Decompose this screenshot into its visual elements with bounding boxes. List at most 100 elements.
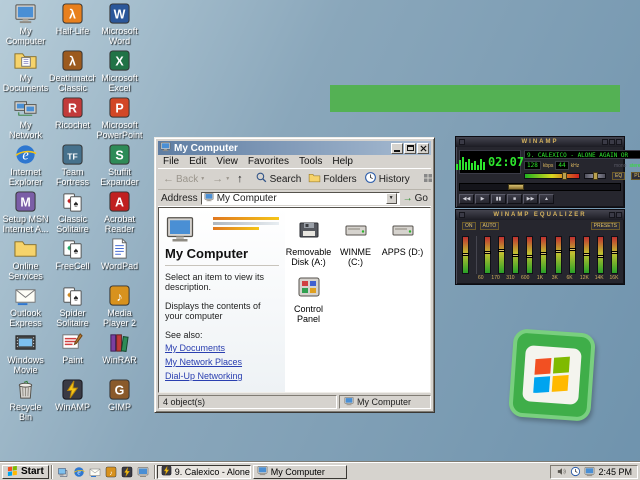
quick-launch-media-player[interactable]: ♪ xyxy=(104,465,118,479)
eq-band-14K[interactable] xyxy=(596,236,604,274)
equalizer-shade-button[interactable] xyxy=(609,212,615,218)
balance-slider[interactable] xyxy=(584,172,606,180)
desktop-icon-half-life[interactable]: λ Half-Life xyxy=(49,2,96,49)
address-combo[interactable]: My Computer ▼ xyxy=(200,191,400,205)
menu-help[interactable]: Help xyxy=(327,156,358,167)
title-bar[interactable]: My Computer xyxy=(158,141,431,155)
quick-launch-outlook-express[interactable] xyxy=(88,465,102,479)
desktop-icon-microsoft-excel[interactable]: X Microsoft Excel xyxy=(96,49,143,96)
eq-band-170[interactable] xyxy=(498,236,506,274)
views-button[interactable] xyxy=(419,170,437,188)
desktop-icon-deathmatch-classic[interactable]: λ Deathmatch Classic xyxy=(49,49,96,96)
slider-thumb[interactable] xyxy=(610,251,618,254)
eq-band-16K[interactable] xyxy=(610,236,618,274)
sidebar-link-dial-up-networking[interactable]: Dial-Up Networking xyxy=(165,371,279,381)
tray-display-icon[interactable] xyxy=(584,466,595,477)
desktop-icon-my-computer[interactable]: My Computer xyxy=(2,2,49,49)
folders-button[interactable]: Folders xyxy=(305,170,359,188)
sidebar-link-my-network-places[interactable]: My Network Places xyxy=(165,357,279,367)
slider-thumb[interactable] xyxy=(512,254,520,257)
maximize-button[interactable] xyxy=(404,142,416,154)
desktop-icon-stuffit-expander[interactable]: S Stuffit Expander xyxy=(96,143,143,190)
volume-slider[interactable] xyxy=(524,172,580,180)
eq-toggle-button[interactable]: EQ xyxy=(612,172,626,180)
up-button[interactable]: ↑ xyxy=(234,170,246,188)
desktop-icon-freecell[interactable]: ♦ ♠ FreeCell xyxy=(49,237,96,284)
eq-band-60[interactable] xyxy=(484,236,492,274)
close-button[interactable] xyxy=(417,142,429,154)
task-button-my-computer-task[interactable]: My Computer xyxy=(252,464,347,479)
eq-presets-button[interactable]: PRESETS xyxy=(590,222,620,230)
go-button[interactable]: → Go xyxy=(403,193,428,204)
quick-launch-show-desktop[interactable] xyxy=(56,465,70,479)
desktop-icon-winamp[interactable]: WinAMP xyxy=(49,378,96,425)
seek-bar[interactable] xyxy=(459,183,621,191)
desktop-icon-acrobat-reader-301[interactable]: A Acrobat Reader 3.01 xyxy=(96,190,143,237)
back-button[interactable]: ← Back ▼ xyxy=(160,170,208,188)
eject-button[interactable]: ▲ xyxy=(539,194,554,204)
slider-thumb[interactable] xyxy=(540,252,548,255)
folder-item-apps-d[interactable]: APPS (D:) xyxy=(379,218,426,267)
winamp-title-bar[interactable]: WINAMP xyxy=(456,137,624,147)
menu-view[interactable]: View xyxy=(211,156,243,167)
eq-band-600[interactable] xyxy=(526,236,534,274)
quick-launch-my-computer[interactable] xyxy=(136,465,150,479)
desktop-icon-recycle-bin[interactable]: Recycle Bin xyxy=(2,378,49,425)
desktop-icon-media-player-2[interactable]: ♪ Media Player 2 xyxy=(96,284,143,331)
menu-edit[interactable]: Edit xyxy=(184,156,211,167)
desktop-icon-ricochet[interactable]: R Ricochet xyxy=(49,96,96,143)
next-button[interactable]: ▶▶ xyxy=(523,194,538,204)
start-button[interactable]: Start xyxy=(2,464,49,479)
menu-file[interactable]: File xyxy=(158,156,184,167)
desktop-icon-online-services[interactable]: Online Services xyxy=(2,237,49,284)
forward-button[interactable]: → ▼ xyxy=(209,170,233,188)
equalizer-menu-button[interactable] xyxy=(459,212,465,218)
pause-button[interactable]: ▮▮ xyxy=(491,194,506,204)
desktop-icon-team-fortress-15[interactable]: TF Team Fortress 1.5 xyxy=(49,143,96,190)
winamp-minimize-button[interactable] xyxy=(602,139,608,145)
desktop-icon-gimp[interactable]: G GIMP xyxy=(96,378,143,425)
winamp-menu-button[interactable] xyxy=(459,139,465,145)
eq-band-12K[interactable] xyxy=(582,236,590,274)
eq-auto-button[interactable]: AUTO xyxy=(479,222,500,230)
time-display[interactable]: 02:07 xyxy=(455,150,524,174)
eq-band-6K[interactable] xyxy=(568,236,576,274)
desktop-icon-windows-movie-maker[interactable]: Windows Movie Maker xyxy=(2,331,49,378)
preamp-slider[interactable] xyxy=(462,236,469,274)
equalizer-title-bar[interactable]: WINAMP EQUALIZER xyxy=(456,210,624,220)
slider-thumb[interactable] xyxy=(526,255,534,258)
address-dropdown-button[interactable]: ▼ xyxy=(385,192,397,204)
desktop-icon-setup-msn-internet-access[interactable]: M Setup MSN Internet A... xyxy=(2,190,49,237)
play-button[interactable]: ▶ xyxy=(475,194,490,204)
quick-launch-winamp[interactable] xyxy=(120,465,134,479)
desktop-icon-microsoft-word[interactable]: W Microsoft Word xyxy=(96,2,143,49)
desktop-icon-wordpad[interactable]: WordPad xyxy=(96,237,143,284)
search-button[interactable]: Search xyxy=(252,170,305,188)
desktop-icon-microsoft-powerpoint[interactable]: P Microsoft PowerPoint xyxy=(96,96,143,143)
winamp-close-button[interactable] xyxy=(616,139,622,145)
desktop-icon-my-network-places[interactable]: My Network Places xyxy=(2,96,49,143)
playlist-toggle-button[interactable]: PL xyxy=(631,172,640,180)
eq-band-310[interactable] xyxy=(512,236,520,274)
menu-favorites[interactable]: Favorites xyxy=(243,156,294,167)
track-title-marquee[interactable]: 9. CALEXICO - ALONE AGAIN OR xyxy=(524,150,640,159)
desktop-icon-winrar[interactable]: WinRAR xyxy=(96,331,143,378)
eq-on-button[interactable]: ON xyxy=(462,222,476,230)
menu-tools[interactable]: Tools xyxy=(294,156,327,167)
desktop-icon-spider-solitaire[interactable]: ♦ ♠ Spider Solitaire xyxy=(49,284,96,331)
slider-thumb[interactable] xyxy=(462,253,469,256)
slider-thumb[interactable] xyxy=(484,251,492,254)
slider-thumb[interactable] xyxy=(554,250,562,253)
desktop-icon-my-documents[interactable]: My Documents xyxy=(2,49,49,96)
desktop-icon-internet-explorer[interactable]: e Internet Explorer xyxy=(2,143,49,190)
windows-logo-badge[interactable] xyxy=(508,328,596,422)
history-button[interactable]: History xyxy=(361,170,413,188)
folder-item-removable-disk-a[interactable]: Removable Disk (A:) xyxy=(285,218,332,267)
equalizer-close-button[interactable] xyxy=(616,212,622,218)
winamp-shade-button[interactable] xyxy=(609,139,615,145)
desktop-icon-outlook-express[interactable]: Outlook Express xyxy=(2,284,49,331)
previous-button[interactable]: ◀◀ xyxy=(459,194,474,204)
folder-item-control-panel[interactable]: Control Panel xyxy=(285,275,332,324)
minimize-button[interactable] xyxy=(391,142,403,154)
seek-thumb[interactable] xyxy=(508,184,524,190)
